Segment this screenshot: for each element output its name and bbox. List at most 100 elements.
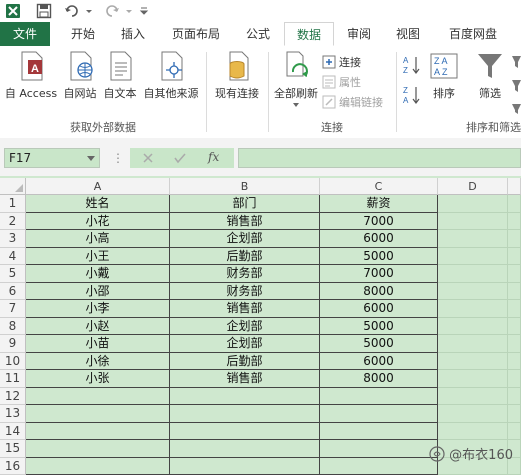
undo-dropdown-icon[interactable]	[84, 2, 94, 20]
table-cell[interactable]	[508, 335, 521, 353]
enter-check-icon[interactable]	[174, 152, 186, 164]
table-cell[interactable]: 7000	[320, 212, 438, 230]
column-header-c[interactable]: C	[320, 178, 438, 195]
tab-view[interactable]: 视图	[386, 22, 430, 46]
table-cell[interactable]: 6000	[320, 230, 438, 248]
table-cell[interactable]	[508, 247, 521, 265]
table-cell[interactable]	[508, 422, 521, 440]
table-cell[interactable]: 5000	[320, 247, 438, 265]
table-cell[interactable]	[26, 440, 170, 458]
table-cell[interactable]	[508, 265, 521, 283]
select-all-corner[interactable]	[0, 178, 26, 195]
table-cell[interactable]	[438, 300, 508, 318]
table-cell[interactable]	[438, 282, 508, 300]
table-cell[interactable]	[26, 387, 170, 405]
table-cell[interactable]: 财务部	[170, 282, 320, 300]
row-header[interactable]: 14	[0, 422, 26, 440]
column-header-b[interactable]: B	[170, 178, 320, 195]
save-icon[interactable]	[34, 2, 54, 20]
table-cell[interactable]	[320, 387, 438, 405]
table-cell[interactable]: 6000	[320, 352, 438, 370]
row-header[interactable]: 2	[0, 212, 26, 230]
redo-icon[interactable]	[102, 2, 122, 20]
sort-descending-button[interactable]: Z A	[402, 84, 422, 106]
table-cell[interactable]	[320, 405, 438, 423]
tab-home[interactable]: 开始	[58, 22, 108, 46]
connections-button[interactable]: 连接	[322, 54, 361, 70]
from-access-button[interactable]: A 自 Access	[2, 50, 60, 101]
table-cell[interactable]: 5000	[320, 335, 438, 353]
table-cell[interactable]	[438, 265, 508, 283]
tab-formulas[interactable]: 公式	[236, 22, 280, 46]
table-cell[interactable]: 小赵	[26, 317, 170, 335]
table-cell[interactable]	[170, 440, 320, 458]
table-cell[interactable]	[438, 387, 508, 405]
tab-file[interactable]: 文件	[0, 22, 50, 46]
table-cell[interactable]	[438, 247, 508, 265]
table-cell[interactable]: 销售部	[170, 212, 320, 230]
name-box[interactable]: F17	[4, 148, 100, 168]
tab-insert[interactable]: 插入	[110, 22, 156, 46]
row-header[interactable]: 1	[0, 195, 26, 213]
row-header[interactable]: 11	[0, 370, 26, 388]
tab-data[interactable]: 数据	[284, 22, 334, 46]
table-cell[interactable]: 小张	[26, 370, 170, 388]
table-cell[interactable]	[170, 387, 320, 405]
table-cell[interactable]: 小苗	[26, 335, 170, 353]
from-other-sources-button[interactable]: 自其他来源	[140, 50, 202, 101]
table-cell[interactable]	[438, 422, 508, 440]
table-cell[interactable]	[508, 230, 521, 248]
tab-review[interactable]: 审阅	[338, 22, 380, 46]
table-cell[interactable]: 后勤部	[170, 247, 320, 265]
table-cell[interactable]: 7000	[320, 265, 438, 283]
row-header[interactable]: 13	[0, 405, 26, 423]
table-cell[interactable]: 小王	[26, 247, 170, 265]
row-header[interactable]: 16	[0, 457, 26, 475]
table-cell[interactable]: 后勤部	[170, 352, 320, 370]
filter-button[interactable]: 筛选	[470, 50, 510, 101]
properties-button[interactable]: 属性	[322, 74, 361, 90]
table-cell[interactable]	[320, 422, 438, 440]
table-cell[interactable]	[320, 457, 438, 475]
row-header[interactable]: 12	[0, 387, 26, 405]
table-cell[interactable]	[508, 317, 521, 335]
formula-input[interactable]	[238, 148, 521, 168]
table-cell[interactable]	[508, 195, 521, 213]
formula-bar-grip-icon[interactable]: ⋮	[112, 151, 124, 165]
column-header-d[interactable]: D	[438, 178, 508, 195]
table-cell[interactable]: 8000	[320, 282, 438, 300]
table-cell[interactable]: 财务部	[170, 265, 320, 283]
tab-page-layout[interactable]: 页面布局	[164, 22, 228, 46]
row-header[interactable]: 3	[0, 230, 26, 248]
table-cell[interactable]: 销售部	[170, 370, 320, 388]
table-cell[interactable]: 6000	[320, 300, 438, 318]
table-cell[interactable]	[438, 230, 508, 248]
table-cell[interactable]	[438, 195, 508, 213]
undo-icon[interactable]	[62, 2, 82, 20]
chevron-down-icon[interactable]	[87, 156, 95, 161]
table-cell[interactable]	[438, 370, 508, 388]
sort-button[interactable]: Z A A Z 排序	[426, 50, 462, 101]
table-cell[interactable]: 销售部	[170, 300, 320, 318]
row-header[interactable]: 10	[0, 352, 26, 370]
table-cell[interactable]: 小花	[26, 212, 170, 230]
table-cell[interactable]: 部门	[170, 195, 320, 213]
table-cell[interactable]	[508, 370, 521, 388]
table-cell[interactable]	[26, 405, 170, 423]
table-cell[interactable]: 薪资	[320, 195, 438, 213]
table-cell[interactable]	[508, 282, 521, 300]
table-cell[interactable]: 企划部	[170, 335, 320, 353]
customize-qat-icon[interactable]	[138, 2, 150, 20]
row-header[interactable]: 5	[0, 265, 26, 283]
table-cell[interactable]	[438, 212, 508, 230]
table-cell[interactable]	[508, 352, 521, 370]
table-cell[interactable]: 小高	[26, 230, 170, 248]
refresh-all-button[interactable]: 全部刷新	[270, 50, 322, 108]
table-cell[interactable]: 小戴	[26, 265, 170, 283]
table-cell[interactable]	[170, 422, 320, 440]
row-header[interactable]: 7	[0, 300, 26, 318]
table-cell[interactable]: 姓名	[26, 195, 170, 213]
row-header[interactable]: 6	[0, 282, 26, 300]
table-cell[interactable]: 5000	[320, 317, 438, 335]
table-cell[interactable]	[438, 405, 508, 423]
